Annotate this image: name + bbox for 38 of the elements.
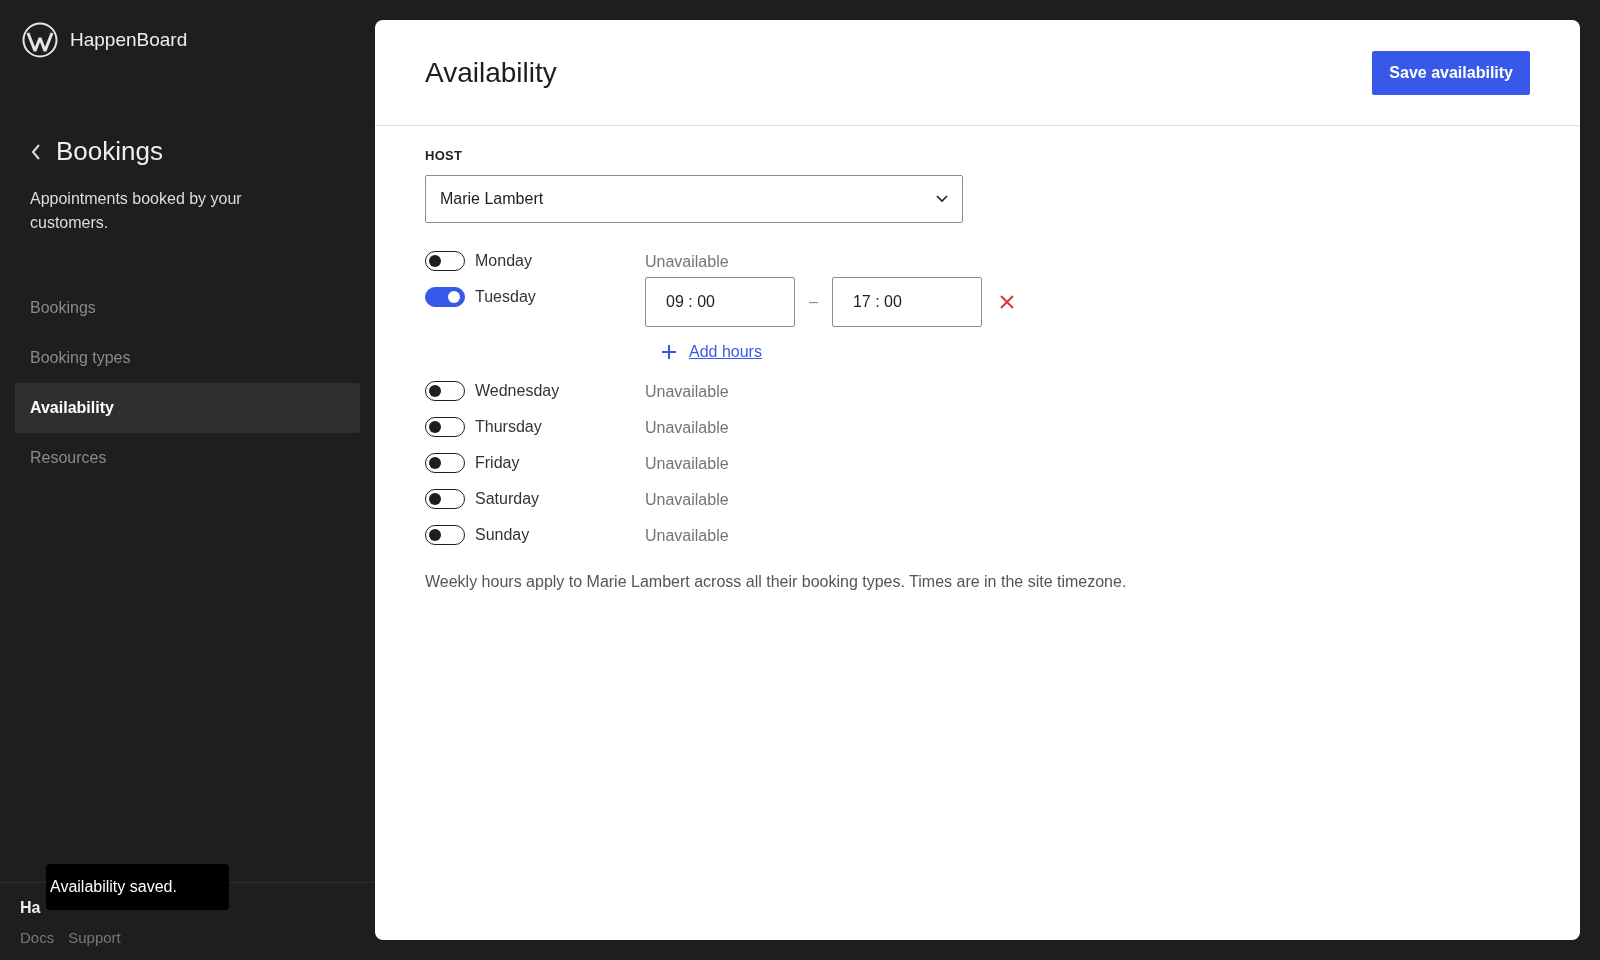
help-text: Weekly hours apply to Marie Lambert across all their booking types. Times are in the site timezone. bbox=[425, 573, 1128, 591]
start-time-field[interactable]: 09 : 00 bbox=[645, 277, 795, 327]
page-title: Availability bbox=[425, 56, 557, 89]
section-title: Bookings bbox=[56, 136, 163, 167]
toggle-switch[interactable] bbox=[425, 287, 465, 307]
day-label: Wednesday bbox=[475, 382, 560, 400]
footer-link[interactable]: Support bbox=[68, 929, 121, 946]
day-label: Monday bbox=[475, 252, 532, 270]
day-status: Unavailable bbox=[645, 526, 729, 546]
day-label: Sunday bbox=[475, 526, 530, 544]
day-status: Unavailable bbox=[645, 418, 729, 438]
day-label: Friday bbox=[475, 454, 520, 472]
day-status: Unavailable bbox=[645, 490, 729, 510]
nav-item[interactable]: Availability bbox=[15, 383, 360, 433]
day-label: Thursday bbox=[475, 418, 542, 436]
host-select[interactable]: Marie Lambert bbox=[425, 175, 963, 223]
site-name: HappenBoard bbox=[70, 29, 188, 51]
back-button[interactable] bbox=[30, 142, 42, 161]
plus-icon[interactable] bbox=[661, 344, 677, 360]
nav-item[interactable]: Booking types bbox=[15, 333, 360, 383]
chevron-down-icon bbox=[936, 195, 948, 203]
day-label: Tuesday bbox=[475, 288, 536, 306]
add-hours-link[interactable]: Add hours bbox=[689, 343, 762, 361]
section-description: Appointments booked by your customers. bbox=[30, 189, 243, 233]
footer-link[interactable]: Docs bbox=[20, 929, 55, 946]
footer-title: Ha bbox=[20, 899, 42, 918]
day-status: Unavailable bbox=[645, 252, 729, 272]
save-button[interactable]: Save availability bbox=[1372, 50, 1530, 95]
end-time-field[interactable]: 17 : 00 bbox=[831, 277, 982, 327]
snackbar: Availability saved. bbox=[46, 864, 229, 910]
range-separator: – bbox=[808, 293, 819, 311]
day-label: Saturday bbox=[475, 490, 540, 508]
wordpress-logo-icon[interactable] bbox=[22, 22, 58, 58]
field-label: HOST bbox=[425, 148, 464, 163]
day-status: Unavailable bbox=[645, 382, 729, 402]
day-status: Unavailable bbox=[645, 454, 729, 474]
nav-item[interactable]: Resources bbox=[15, 433, 360, 483]
nav-item[interactable]: Bookings bbox=[15, 283, 360, 333]
